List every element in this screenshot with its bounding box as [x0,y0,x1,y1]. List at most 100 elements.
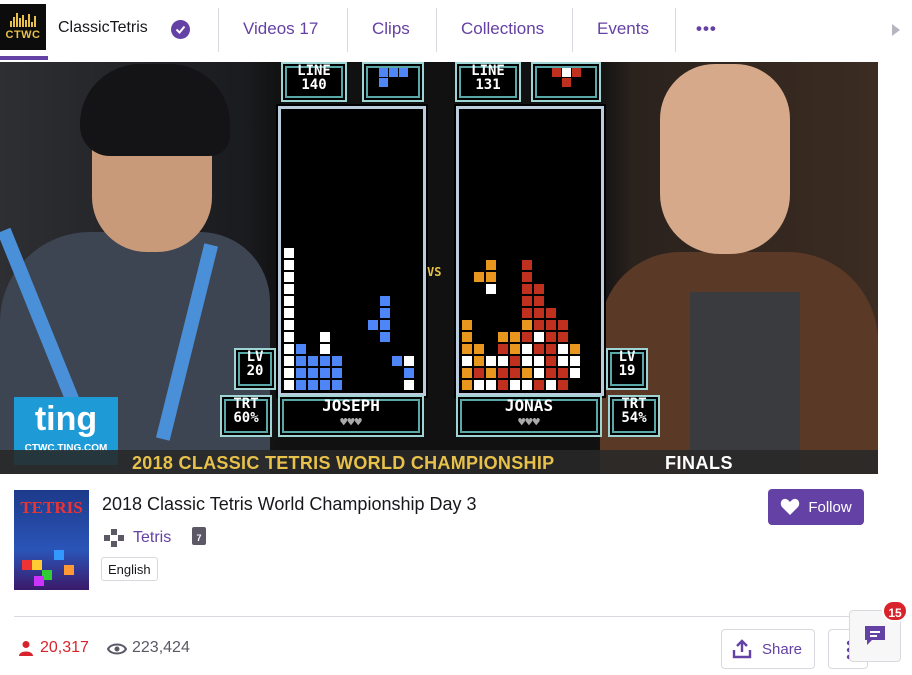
verified-badge-icon [171,20,190,39]
tab-videos[interactable]: Videos 17 [243,19,318,39]
tetris-block [521,283,533,295]
tetris-block [533,307,545,319]
tab-collections[interactable]: Collections [461,19,544,39]
tetris-block [557,379,569,391]
game-boxart[interactable]: TETRIS [14,490,89,590]
tetris-block [545,319,557,331]
tetris-block [283,271,295,283]
tetris-block [521,295,533,307]
tetris-block [521,355,533,367]
share-label: Share [762,640,803,658]
right-name-box: JONAS ♥♥♥ [456,395,602,437]
tetris-block [557,331,569,343]
right-next-piece [531,62,601,102]
channel-name-link[interactable]: ClassicTetris [58,19,148,37]
channel-nav: CTWC ClassicTetris Videos 17 Clips Colle… [0,0,912,60]
right-trt-value: 54% [621,410,647,426]
tetris-block [319,379,331,391]
view-count: 223,424 [132,639,190,656]
left-trt-box: TRT 60% [220,395,272,437]
age-rating-badge: 7 [192,527,206,545]
tetris-block [283,283,295,295]
nav-divider [675,8,676,52]
channel-logo[interactable]: CTWC [0,4,46,50]
nav-divider [218,8,219,52]
tetris-block [557,319,569,331]
tetris-block [521,271,533,283]
viewer-count: 20,317 [40,639,89,656]
follow-button[interactable]: Follow [768,489,864,525]
right-player-name: JONAS [504,396,554,415]
tetris-block [283,259,295,271]
tetris-block [283,307,295,319]
tetris-block [283,343,295,355]
tetris-block [473,343,485,355]
tetris-block [533,355,545,367]
tetris-block [521,259,533,271]
tetris-block [295,343,307,355]
language-tag[interactable]: English [101,557,158,581]
tetris-block [557,367,569,379]
tetris-block [307,379,319,391]
tab-clips[interactable]: Clips [372,19,410,39]
tetris-block [533,283,545,295]
tetris-block [461,331,473,343]
right-trt-box: TRT 54% [608,395,660,437]
chat-notification-badge: 15 [882,600,908,622]
left-trt-label: TRT [233,396,259,412]
live-viewers-icon [19,641,33,656]
tetris-block [461,343,473,355]
left-trt-value: 60% [233,410,259,426]
vs-label: VS [427,265,442,279]
tetris-block [569,355,581,367]
share-button[interactable]: Share [721,629,815,669]
tetris-block [557,355,569,367]
tetris-block [497,379,509,391]
tetris-block [509,331,521,343]
banner-title: 2018 CLASSIC TETRIS WORLD CHAMPIONSHIP [132,453,555,473]
tetris-block [545,379,557,391]
tetris-block [379,307,391,319]
scroll-right-icon[interactable] [892,24,900,36]
tetris-block [509,355,521,367]
tetris-block [319,331,331,343]
tetris-block [545,355,557,367]
tetris-block [545,343,557,355]
right-player-face [660,64,790,254]
tetris-block [379,319,391,331]
right-level-label: LV [618,349,636,365]
tetris-block [521,343,533,355]
tetris-block [533,319,545,331]
tetris-block [545,331,557,343]
right-lines-value: 131 [475,77,501,93]
tetris-block [331,379,343,391]
tetris-block [557,343,569,355]
tetris-block [283,367,295,379]
left-player-name: JOSEPH [322,396,380,415]
tetris-block [283,331,295,343]
tetris-block [461,355,473,367]
nav-divider [436,8,437,52]
tetris-block [485,283,497,295]
tetris-block [485,259,497,271]
tab-videos-label: Videos [243,19,295,38]
more-menu-button[interactable]: ••• [696,19,717,39]
section-divider [14,616,860,617]
event-banner: 2018 CLASSIC TETRIS WORLD CHAMPIONSHIP F… [0,450,878,474]
video-player[interactable]: LINE 140 LV 20 TRT 60% JOSEPH ♥♥♥ VS LIN… [0,62,878,474]
tetris-block [403,367,415,379]
tab-events[interactable]: Events [597,19,649,39]
left-playfield [278,106,426,396]
game-link[interactable]: Tetris [133,529,171,547]
tetris-block [521,307,533,319]
right-player-shirt [690,292,800,474]
tetris-block [521,379,533,391]
banner-stage: FINALS [665,453,733,473]
right-lines-label: LINE [471,63,505,79]
left-level-value: 20 [246,363,264,379]
tetris-block [485,271,497,283]
tetris-block [509,379,521,391]
next-piece-icon [379,68,408,87]
tetris-block [295,379,307,391]
tetris-block [509,367,521,379]
